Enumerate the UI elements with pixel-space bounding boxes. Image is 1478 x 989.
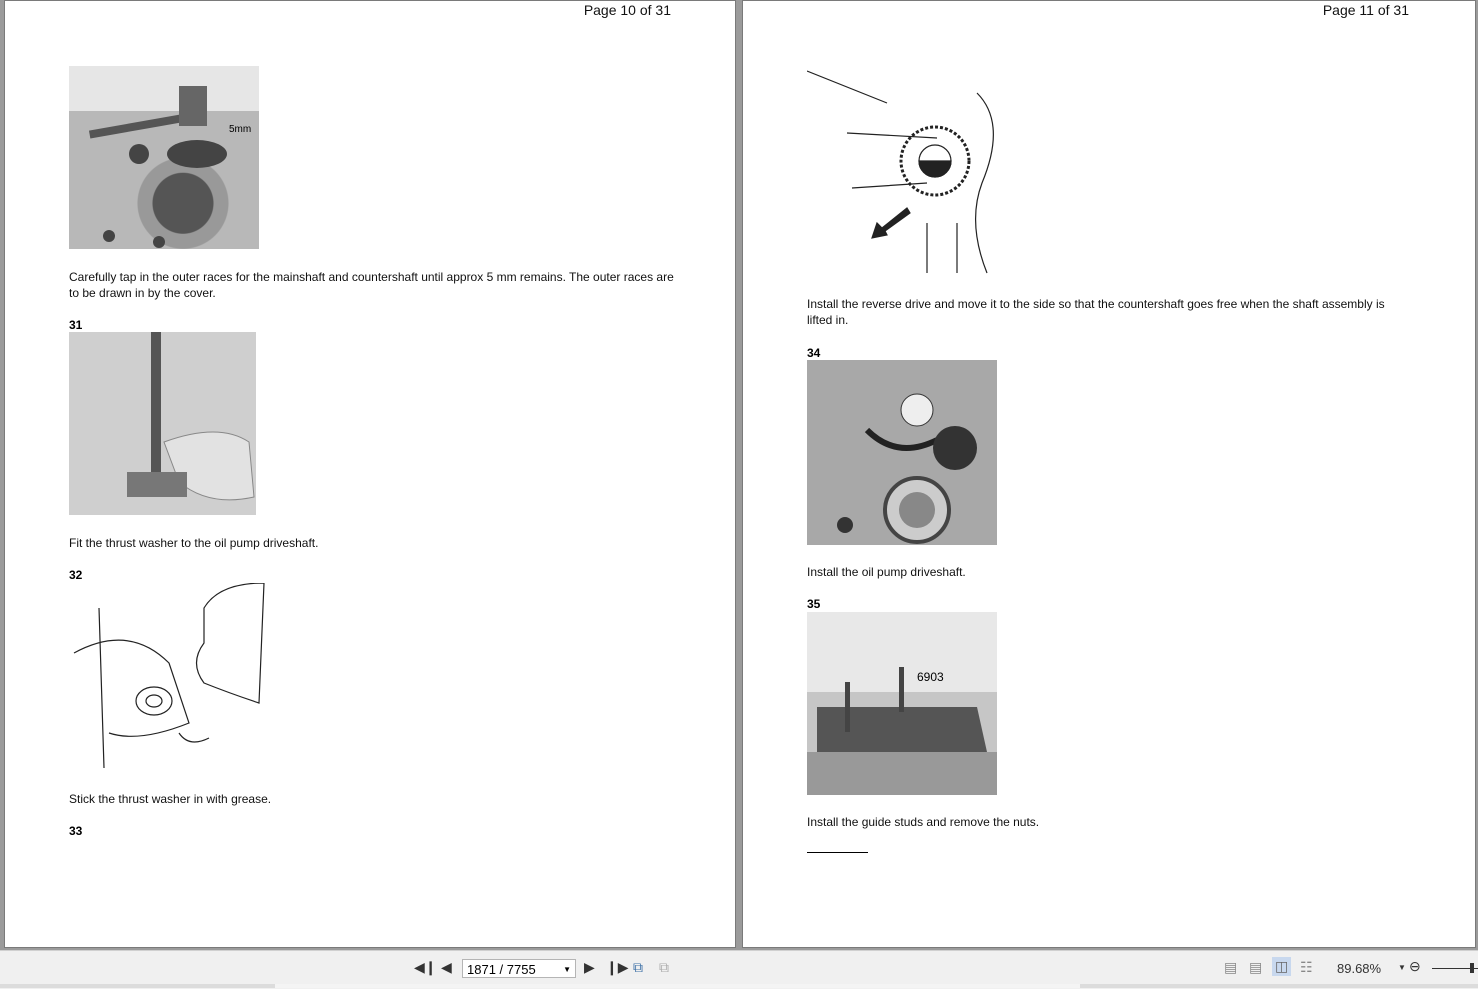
- pdf-page-10: Page 10 of 31 5mm Carefully tap in the o…: [4, 0, 736, 948]
- paragraph: Install the reverse drive and move it to…: [807, 297, 1385, 327]
- two-page-view-icon[interactable]: ◫: [1272, 957, 1292, 976]
- zoom-dropdown-icon[interactable]: ▼: [1398, 963, 1406, 972]
- image-label: 6903: [917, 670, 944, 684]
- last-page-icon[interactable]: ❙▶: [606, 959, 629, 976]
- photo-guide-studs: 6903: [807, 612, 997, 795]
- step-number: 32: [69, 568, 83, 582]
- page-header: Page 10 of 31: [583, 2, 671, 18]
- next-page-icon[interactable]: ▶: [584, 959, 595, 976]
- scrollbar-thumb[interactable]: [275, 984, 1080, 988]
- caption: Install the oil pump driveshaft.: [807, 565, 966, 579]
- paragraph: Carefully tap in the outer races for the…: [69, 270, 674, 300]
- horizontal-scrollbar[interactable]: [0, 984, 1478, 988]
- previous-page-icon[interactable]: ◀: [441, 959, 452, 976]
- step-number: 33: [69, 824, 83, 838]
- drawing-reverse-drive: [806, 63, 1027, 278]
- continuous-two-page-icon[interactable]: ☷: [1300, 959, 1313, 976]
- single-page-view-icon[interactable]: ▤: [1224, 959, 1237, 976]
- zoom-slider[interactable]: [1432, 963, 1478, 973]
- first-page-icon[interactable]: ◀❙: [414, 959, 437, 976]
- drawing-thrust-washer: [69, 582, 269, 773]
- divider: [807, 852, 868, 853]
- step-number: 31: [69, 318, 83, 332]
- page-header: Page 11 of 31: [1322, 2, 1409, 18]
- step-number: 34: [807, 346, 821, 360]
- photo-tapping-outer-races: 5mm: [69, 66, 259, 249]
- zoom-slider-handle[interactable]: [1470, 963, 1474, 973]
- caption: Stick the thrust washer in with grease.: [69, 792, 272, 806]
- previous-view-icon[interactable]: ⧉: [633, 959, 643, 976]
- page-number-value: 1871 / 7755: [467, 962, 536, 977]
- dropdown-icon[interactable]: ▼: [563, 960, 571, 979]
- photo-oil-pump-driveshaft: [69, 332, 256, 515]
- pdf-page-11: Page 11 of 31 Install the reverse drive …: [742, 0, 1476, 948]
- photo-oil-pump-installed: [807, 360, 997, 545]
- caption: Fit the thrust washer to the oil pump dr…: [69, 536, 319, 550]
- zoom-out-icon[interactable]: ⊖: [1409, 958, 1421, 975]
- zoom-value[interactable]: 89.68%: [1337, 961, 1381, 976]
- caption: Install the guide studs and remove the n…: [807, 815, 1040, 829]
- next-view-icon[interactable]: ⧉: [659, 959, 669, 976]
- step-number: 35: [807, 597, 821, 611]
- page-number-field[interactable]: 1871 / 7755 ▼: [462, 959, 576, 978]
- continuous-view-icon[interactable]: ▤: [1249, 959, 1262, 976]
- image-label: 5mm: [229, 124, 252, 135]
